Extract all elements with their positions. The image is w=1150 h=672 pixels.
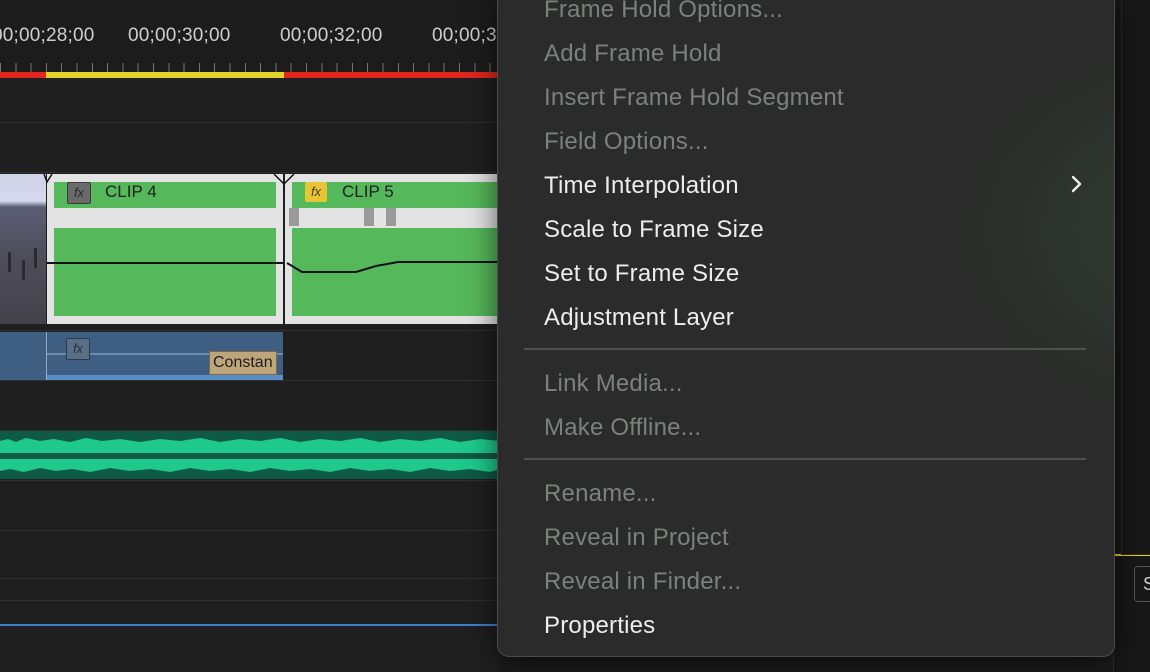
track-divider [0,578,500,579]
menu-item-adjustment-layer[interactable]: Adjustment Layer [544,304,734,332]
menu-item-frame-hold-options[interactable]: Frame Hold Options... [544,0,783,24]
timeline-scroll-line [0,624,500,626]
timecode-label: 00;00;3 [432,25,497,46]
menu-separator [524,458,1086,460]
track-divider [0,380,500,381]
work-area-bar-red[interactable] [284,72,500,78]
menu-item-link-media[interactable]: Link Media... [544,370,683,398]
work-area-bar-yellow[interactable] [46,72,284,78]
track-divider [0,530,500,531]
menu-item-time-interpolation[interactable]: Time Interpolation [544,172,739,200]
track-divider [0,600,500,601]
menu-separator [524,348,1086,350]
track-divider [0,122,500,123]
menu-item-add-frame-hold[interactable]: Add Frame Hold [544,40,722,68]
menu-item-insert-frame-hold-segment[interactable]: Insert Frame Hold Segment [544,84,844,112]
speed-label: Constan [209,351,277,375]
adjustment-clip-prev[interactable] [0,332,46,380]
timeline-panel[interactable]: 00;00;28;00 00;00;30;00 00;00;32;00 00;0… [0,0,500,672]
menu-item-scale-to-frame-size[interactable]: Scale to Frame Size [544,216,764,244]
menu-item-reveal-in-project[interactable]: Reveal in Project [544,524,729,552]
timecode-label: 00;00;28;00 [0,25,95,46]
timecode-label: 00;00;30;00 [128,25,231,46]
menu-item-field-options[interactable]: Field Options... [544,128,709,156]
menu-item-reveal-in-finder[interactable]: Reveal in Finder... [544,568,741,596]
track-divider [0,480,500,481]
menu-item-rename[interactable]: Rename... [544,480,657,508]
menu-item-properties[interactable]: Properties [544,612,655,640]
menu-item-make-offline[interactable]: Make Offline... [544,414,701,442]
work-area-bar-red[interactable] [0,72,46,78]
audio-clip[interactable] [0,431,500,479]
chevron-right-icon [1071,175,1082,193]
timecode-label: 00;00;32;00 [280,25,383,46]
program-monitor-panel[interactable]: S [1113,0,1150,672]
fx-badge[interactable]: fx [66,338,90,360]
rubber-band-line[interactable] [0,172,500,332]
panel-button[interactable]: S [1134,566,1150,602]
time-ruler[interactable]: 00;00;28;00 00;00;30;00 00;00;32;00 00;0… [0,0,500,73]
audio-waveform [0,438,500,472]
adjustment-layer-clip[interactable]: fx Constan [47,332,283,380]
menu-item-set-to-frame-size[interactable]: Set to Frame Size [544,260,739,288]
